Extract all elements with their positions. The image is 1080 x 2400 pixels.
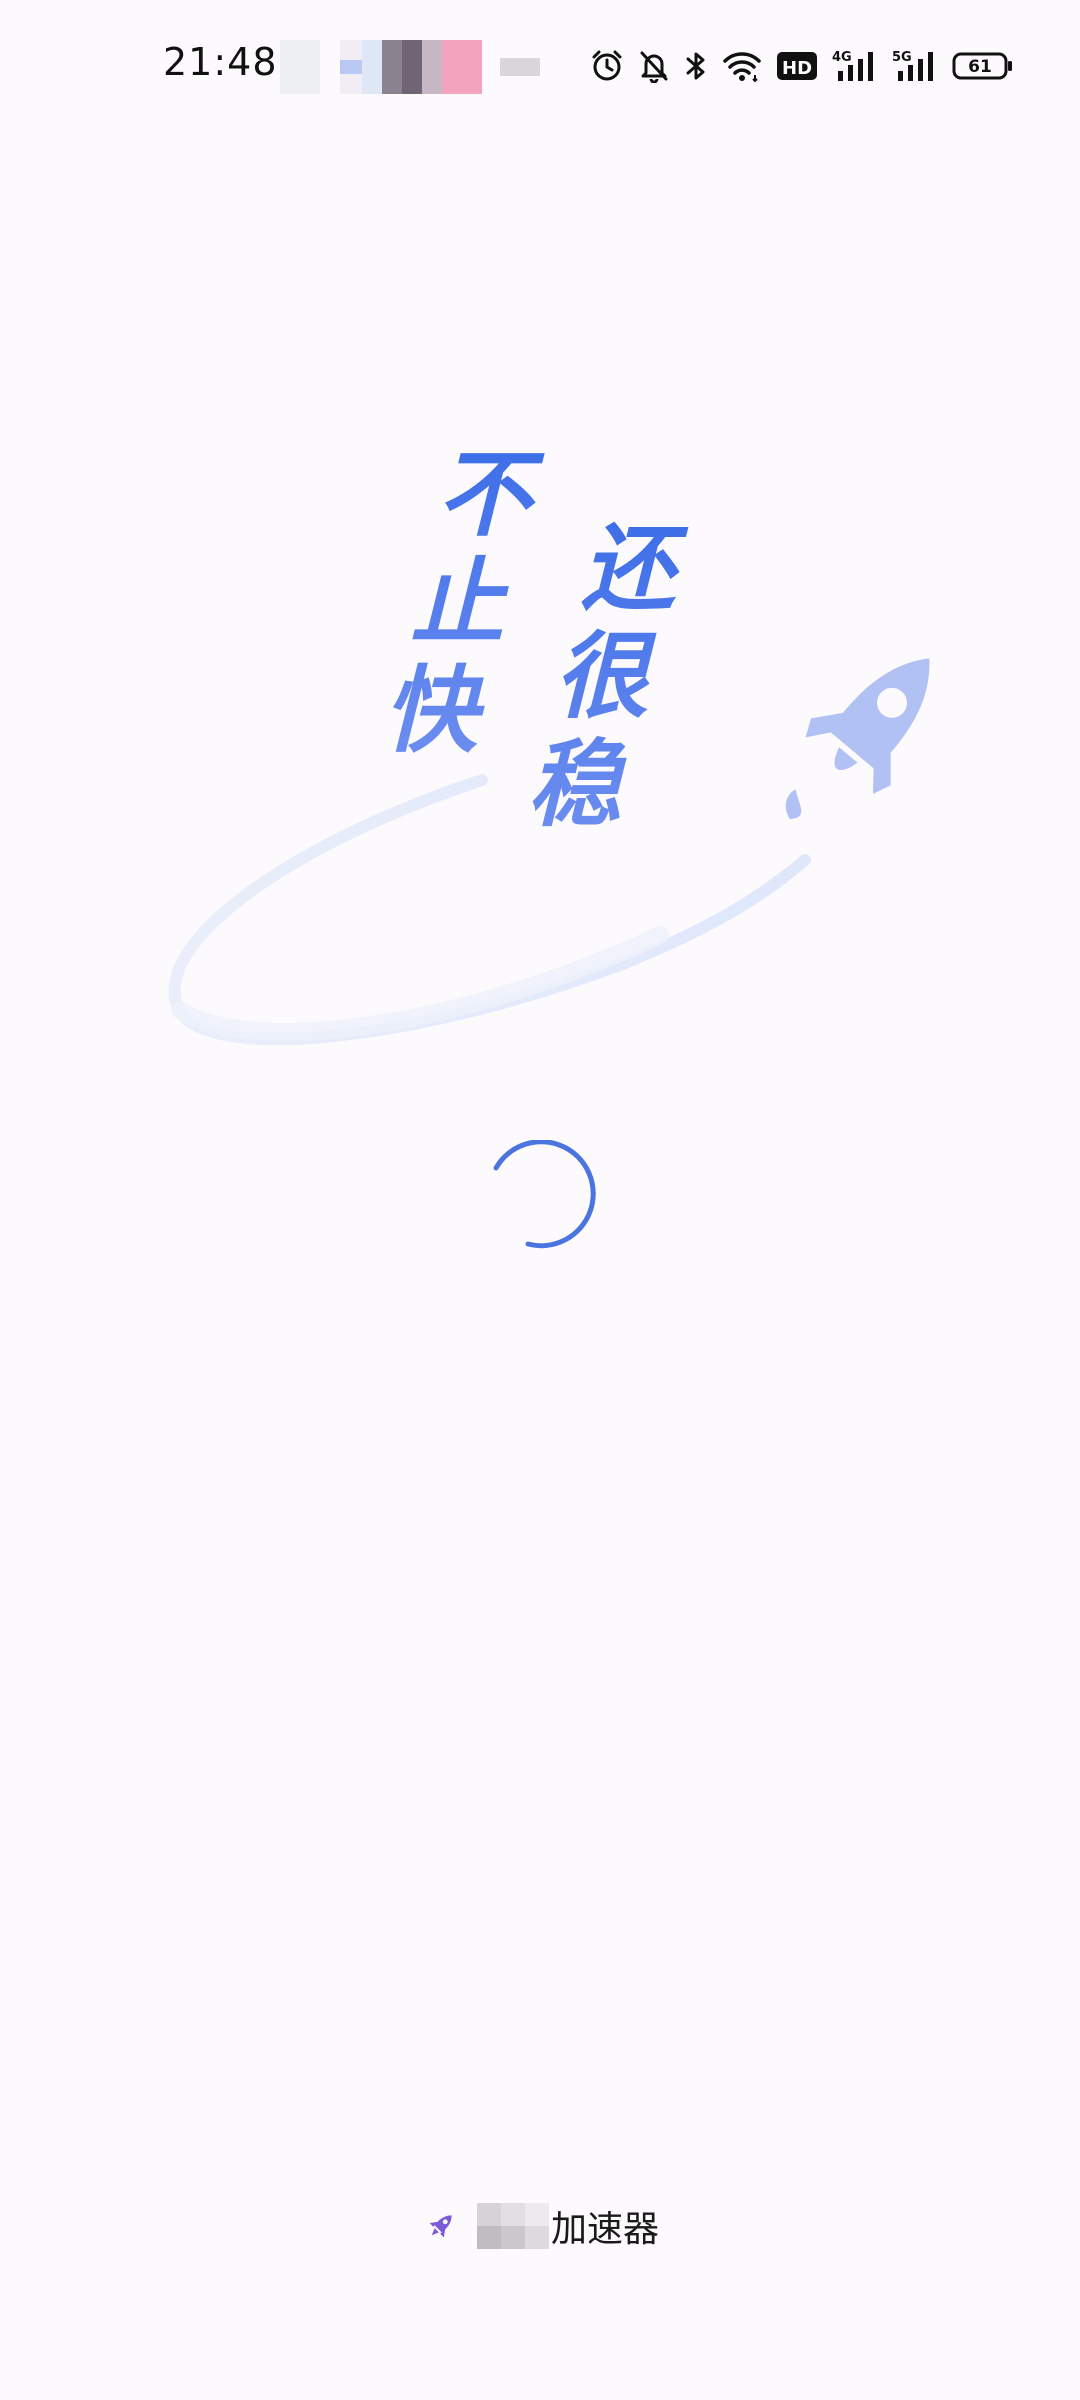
svg-text:HD: HD	[782, 58, 812, 79]
rocket-icon	[421, 2206, 461, 2246]
brand-name-blurred	[476, 2203, 549, 2249]
brand-suffix: 加速器	[550, 2209, 659, 2250]
rocket-icon	[805, 658, 930, 794]
hero-illustration: 不 止 快 还 很 稳	[0, 420, 1080, 1080]
status-time: 21:48	[163, 40, 278, 84]
brand-name: 加速器	[476, 2200, 659, 2252]
app-brand: 加速器	[0, 2196, 1080, 2256]
bluetooth-icon	[684, 46, 708, 86]
notification-icons-blurred	[280, 40, 540, 94]
svg-text:4G: 4G	[832, 50, 852, 65]
signal-5g-icon: 5G	[892, 46, 938, 86]
signal-4g-icon: 4G	[832, 46, 878, 86]
alarm-icon	[590, 46, 624, 86]
bell-off-icon	[638, 46, 670, 86]
loading-spinner	[488, 1139, 600, 1252]
battery-level: 61	[968, 57, 992, 77]
orbit-and-rocket	[168, 658, 930, 1046]
svg-text:5G: 5G	[892, 50, 912, 65]
wifi-icon	[722, 46, 762, 86]
status-icons: HD 4G 5G 61	[590, 46, 1014, 86]
battery-icon: 61	[952, 46, 1014, 86]
hd-icon: HD	[776, 46, 818, 86]
status-bar: 21:48 HD 4G 5G 61	[0, 0, 1080, 140]
